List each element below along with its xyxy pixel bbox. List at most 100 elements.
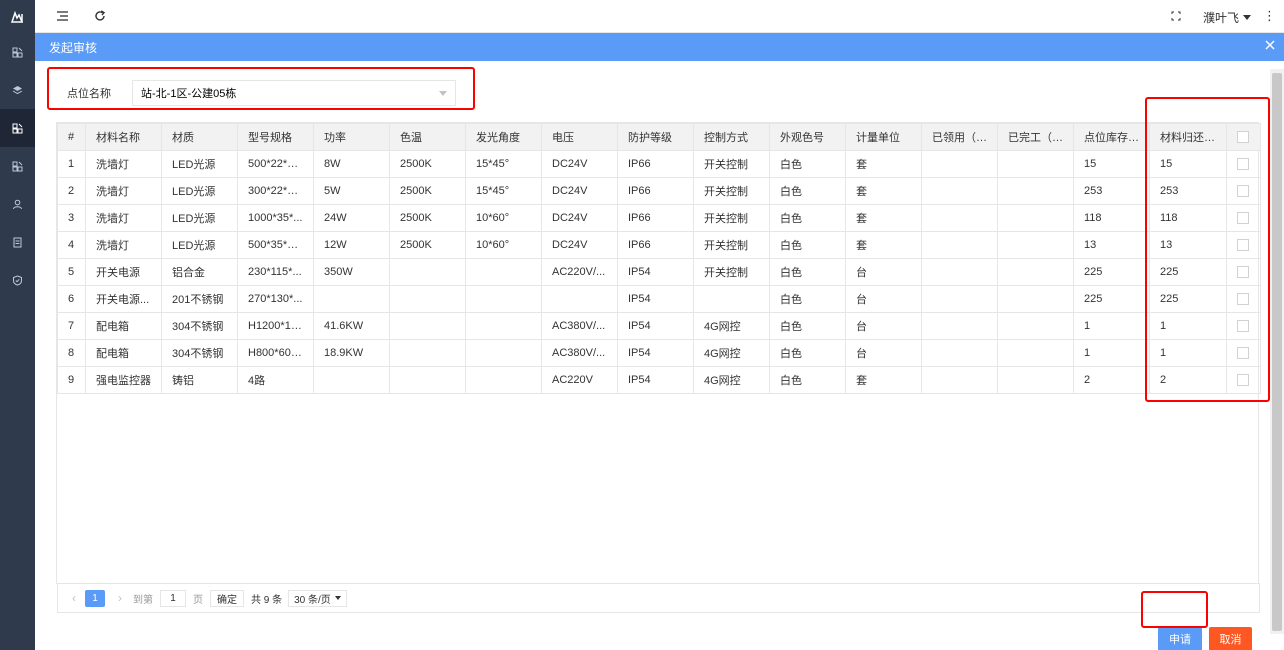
table-cell: LED光源 (161, 150, 238, 178)
table-cell: 铸铝 (161, 366, 238, 394)
sidebar-item-security[interactable] (0, 261, 35, 299)
table-cell: 开关电源... (85, 285, 162, 313)
row-checkbox[interactable] (1237, 239, 1249, 252)
materials-table-container: # 材料名称 材质 型号规格 功率 色温 发光角度 电压 防护等级 控制方式 外观色号 计量单位 已领用… (56, 122, 1261, 584)
row-checkbox[interactable] (1237, 320, 1249, 333)
location-select[interactable]: 站-北-1区-公建05栋 (132, 80, 456, 106)
dialog-body: 点位名称 站-北-1区-公建05栋 # 材料名称 材质 型号规格 功率 色温 发光角度 电压防… (35, 61, 1284, 650)
goto-prefix: 到第 (133, 594, 153, 606)
row-checkbox[interactable] (1237, 266, 1249, 279)
table-cell: 15 (1149, 150, 1227, 178)
dialog-header: 发起审核 (35, 33, 1284, 61)
table-cell: 开关控制 (693, 231, 770, 259)
sidebar-item-documents[interactable] (0, 223, 35, 261)
table-cell (921, 204, 998, 232)
location-label: 点位名称 (67, 88, 111, 100)
row-checkbox[interactable] (1237, 212, 1249, 225)
table-cell: 15 (1073, 150, 1150, 178)
scrollbar-thumb[interactable] (1272, 73, 1282, 631)
menu-toggle-icon[interactable] (55, 8, 71, 24)
column-header: 材料名称 (85, 123, 162, 151)
table-row[interactable]: 5 开关电源 铝合金 230*115*... 350W AC220V/... IP54 开关控… (57, 258, 1261, 286)
table-cell: 1 (1149, 339, 1227, 367)
user-menu[interactable]: 濮叶飞 (1203, 9, 1251, 26)
close-icon[interactable] (1264, 39, 1280, 55)
select-all-checkbox[interactable] (1237, 131, 1249, 144)
row-checkbox[interactable] (1237, 158, 1249, 171)
table-cell (541, 285, 618, 313)
table-cell (997, 312, 1074, 340)
fullscreen-icon[interactable] (1168, 8, 1184, 24)
table-header-row: # 材料名称 材质 型号规格 功率 色温 发光角度 电压 防护等级 控制方式 外观色号 计量单位 已领用… (57, 123, 1261, 151)
row-checkbox[interactable] (1237, 347, 1249, 360)
table-cell: 洗墙灯 (85, 150, 162, 178)
table-cell: 1000*35*... (237, 204, 314, 232)
column-header: 材质 (161, 123, 238, 151)
table-cell (997, 177, 1074, 205)
prev-page-icon[interactable]: ‹ (67, 591, 81, 605)
table-cell: 2500K (389, 150, 466, 178)
table-cell: 白色 (769, 258, 846, 286)
table-cell (921, 231, 998, 259)
row-select-cell (1226, 177, 1261, 205)
table-row[interactable]: 2 洗墙灯 LED光源 300*22*H... 5W 2500K 15*45° DC24V IP… (57, 177, 1261, 205)
table-cell: 铝合金 (161, 258, 238, 286)
row-select-cell (1226, 312, 1261, 340)
table-cell: 1 (1149, 312, 1227, 340)
sidebar-item-materials[interactable] (0, 109, 35, 147)
table-cell: 304不锈钢 (161, 312, 238, 340)
row-checkbox[interactable] (1237, 374, 1249, 387)
column-header: 材料归还… (1149, 123, 1227, 151)
column-header: 电压 (541, 123, 618, 151)
table-row[interactable]: 3 洗墙灯 LED光源 1000*35*... 24W 2500K 10*60° DC24V I… (57, 204, 1261, 232)
table-cell (465, 285, 542, 313)
document-icon (13, 237, 22, 247)
row-select-cell (1226, 258, 1261, 286)
cancel-button[interactable]: 取消 (1209, 627, 1252, 650)
table-cell: 开关控制 (693, 177, 770, 205)
table-row[interactable]: 1 洗墙灯 LED光源 500*22*H... 8W 2500K 15*45° DC24V IP… (57, 150, 1261, 178)
sidebar-item-dashboard[interactable] (0, 33, 35, 71)
apply-button[interactable]: 申请 (1158, 627, 1202, 650)
top-header: 濮叶飞 ⋮ (35, 0, 1284, 33)
table-row[interactable]: 8 配电箱 304不锈钢 H800*600... 18.9KW AC380V/... IP5… (57, 339, 1261, 367)
row-checkbox[interactable] (1237, 185, 1249, 198)
total-count: 共 9 条 (251, 594, 283, 606)
table-row[interactable]: 6 开关电源... 201不锈钢 270*130*... IP54 白色台 225 225 (57, 285, 1261, 313)
table-cell: 4G网控 (693, 312, 770, 340)
goto-confirm-button[interactable]: 确定 (210, 589, 244, 607)
approval-dialog: 发起审核 点位名称 站-北-1区-公建05栋 # 材料名称 材质 型号规格 功率… (35, 33, 1284, 650)
refresh-icon[interactable] (92, 8, 108, 24)
table-cell: 4 (57, 231, 86, 259)
goto-suffix: 页 (193, 594, 203, 606)
table-cell: 套 (845, 231, 922, 259)
more-menu-icon[interactable]: ⋮ (1263, 8, 1276, 24)
table-cell: 5 (57, 258, 86, 286)
table-cell (997, 150, 1074, 178)
page-1-button[interactable]: 1 (85, 589, 105, 607)
sidebar-item-users[interactable] (0, 185, 35, 223)
table-cell: 1 (57, 150, 86, 178)
goto-page-input[interactable]: 1 (160, 589, 186, 607)
column-header: # (57, 123, 86, 151)
grid-icon (12, 47, 23, 57)
table-cell: 开关电源 (85, 258, 162, 286)
table-row[interactable]: 9 强电监控器 铸铝 4路 AC220V IP54 4G网控 白色套 2 2 (57, 366, 1261, 394)
table-cell: IP66 (617, 177, 694, 205)
table-cell: LED光源 (161, 204, 238, 232)
column-header: 发光角度 (465, 123, 542, 151)
table-row[interactable]: 7 配电箱 304不锈钢 H1200*10... 41.6KW AC380V/... IP5… (57, 312, 1261, 340)
table-cell: 9 (57, 366, 86, 394)
table-row[interactable]: 4 洗墙灯 LED光源 500*35*H... 12W 2500K 10*60° DC24V I… (57, 231, 1261, 259)
table-cell: 253 (1149, 177, 1227, 205)
table-cell: 台 (845, 285, 922, 313)
table-cell: 225 (1073, 258, 1150, 286)
row-checkbox[interactable] (1237, 293, 1249, 306)
sidebar-item-modules[interactable] (0, 147, 35, 185)
sidebar-item-layers[interactable] (0, 71, 35, 109)
table-cell: 台 (845, 339, 922, 367)
table-cell (389, 285, 466, 313)
table-cell: IP54 (617, 258, 694, 286)
next-page-icon[interactable]: › (113, 591, 127, 605)
page-size-select[interactable]: 30 条/页 (288, 589, 347, 607)
